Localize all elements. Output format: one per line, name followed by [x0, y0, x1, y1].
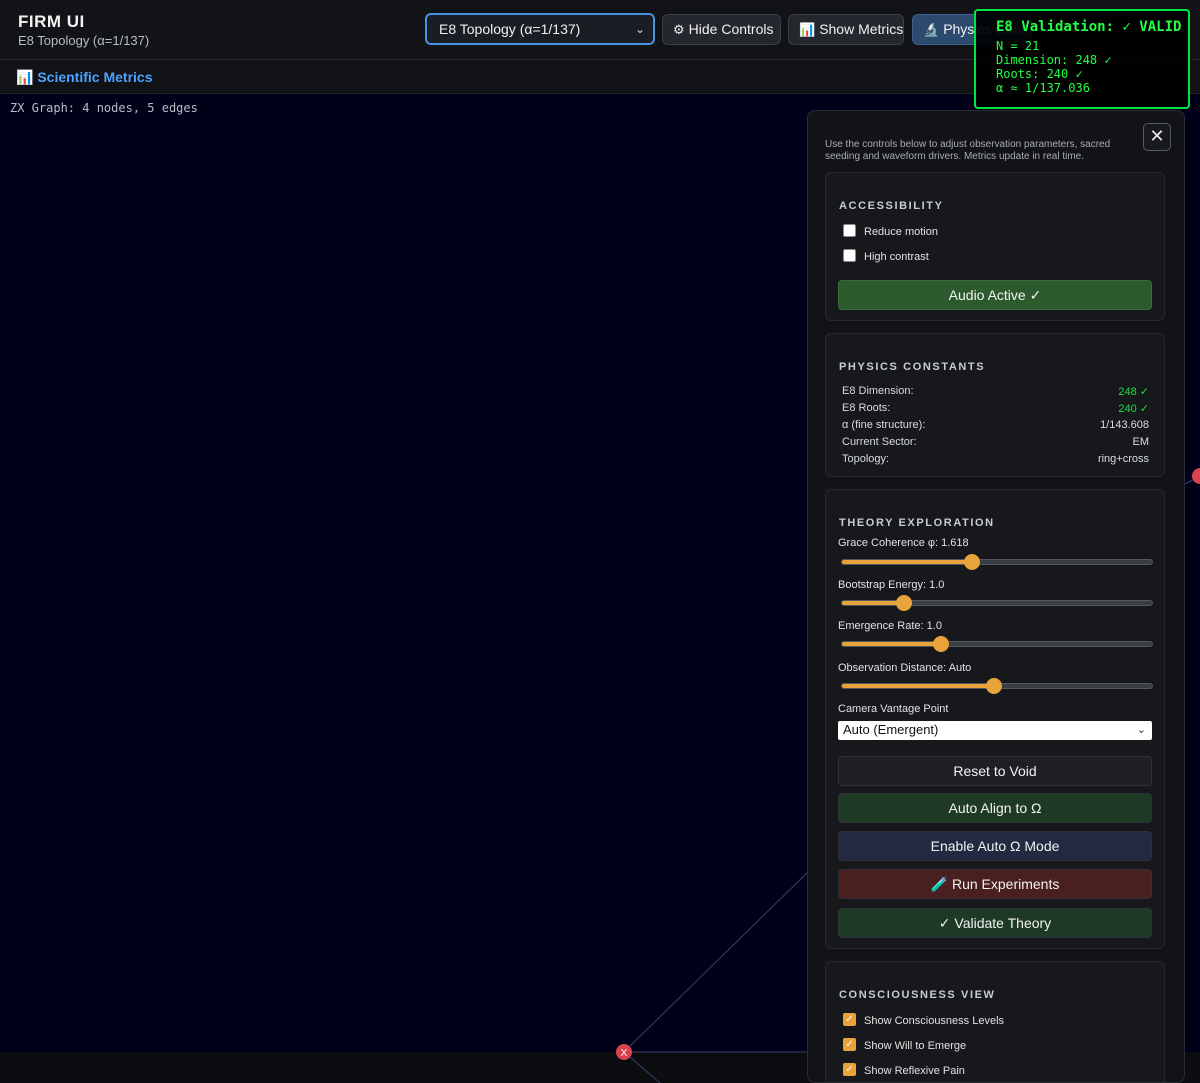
consciousness-levels-checkbox[interactable]: ✓ — [843, 1013, 856, 1026]
grace-coherence-slider[interactable] — [841, 554, 1153, 570]
slider-fill — [842, 601, 904, 605]
graph-node-x — [1192, 468, 1200, 484]
slider-thumb[interactable] — [896, 595, 912, 611]
reflexive-pain-checkbox[interactable]: ✓ — [843, 1063, 856, 1076]
slider-fill — [842, 560, 973, 564]
camera-select-value: Auto (Emergent) — [843, 722, 939, 737]
constant-key: α (fine structure): — [842, 419, 926, 431]
validation-line: α ≈ 1/137.036 — [996, 81, 1090, 95]
slider-label: Bootstrap Energy: 1.0 — [838, 579, 945, 591]
slider-label: Grace Coherence φ: 1.618 — [838, 537, 969, 549]
emergence-rate-slider[interactable] — [841, 636, 1153, 652]
consciousness-option-label: Show Will to Emerge — [864, 1040, 967, 1052]
will-to-emerge-checkbox[interactable]: ✓ — [843, 1038, 856, 1051]
constant-value: 240 ✓ — [1118, 403, 1149, 415]
constant-value: 1/143.608 — [1100, 419, 1149, 431]
graph-node-label: X — [621, 1048, 628, 1059]
auto-align-button[interactable]: Auto Align to Ω — [838, 793, 1152, 823]
enable-auto-omega-button[interactable]: Enable Auto Ω Mode — [838, 831, 1152, 861]
panel-intro: Use the controls below to adjust observa… — [825, 139, 1111, 162]
slider-fill — [842, 642, 942, 646]
reset-to-void-button[interactable]: Reset to Void — [838, 756, 1152, 786]
constant-value: ring+cross — [1097, 453, 1149, 465]
validation-line: N = 21 — [996, 39, 1040, 53]
validation-line: Roots: 240 ✓ — [996, 67, 1083, 81]
camera-vantage-label: Camera Vantage Point — [838, 703, 949, 715]
constant-value: EM — [1132, 436, 1150, 448]
constant-key: E8 Dimension: — [842, 385, 914, 397]
constant-value: 248 ✓ — [1118, 386, 1149, 398]
constant-key: Topology: — [842, 453, 890, 465]
section-title: ACCESSIBILITY — [839, 200, 944, 212]
consciousness-option-label: Show Consciousness Levels — [864, 1015, 1005, 1027]
section-title: PHYSICS CONSTANTS — [839, 361, 986, 373]
audio-active-button[interactable]: Audio Active ✓ — [838, 280, 1152, 310]
section-title: CONSCIOUSNESS VIEW — [839, 989, 996, 1001]
theory-exploration-section: THEORY EXPLORATION Grace Coherence φ: 1.… — [825, 489, 1165, 949]
e8-validation-panel: E8 Validation: ✓ VALID N = 21 Dimension:… — [974, 9, 1190, 109]
chevron-down-icon: ⌄ — [1136, 724, 1146, 736]
slider-thumb[interactable] — [933, 636, 950, 652]
validation-line: Dimension: 248 ✓ — [996, 53, 1112, 67]
physics-constants-section: PHYSICS CONSTANTS E8 Dimension: 248 ✓ E8… — [825, 333, 1165, 477]
validate-theory-button[interactable]: ✓ Validate Theory — [838, 908, 1152, 938]
zx-graph-label: ZX Graph: 4 nodes, 5 edges — [10, 101, 198, 115]
bootstrap-energy-slider[interactable] — [841, 595, 1153, 611]
slider-thumb[interactable] — [985, 678, 1002, 694]
reduce-motion-checkbox[interactable] — [843, 224, 856, 237]
run-experiments-button[interactable]: 🧪 Run Experiments — [838, 869, 1152, 899]
graph-edge — [623, 867, 813, 1053]
camera-vantage-select[interactable]: Auto (Emergent) ⌄ — [838, 721, 1152, 740]
slider-fill — [842, 684, 994, 688]
slider-thumb[interactable] — [964, 554, 981, 570]
reduce-motion-label: Reduce motion — [864, 226, 938, 238]
consciousness-option-label: Show Reflexive Pain — [864, 1065, 965, 1077]
high-contrast-checkbox[interactable] — [843, 249, 856, 262]
consciousness-view-section: CONSCIOUSNESS VIEW ✓ Show Consciousness … — [825, 961, 1165, 1082]
constant-key: Current Sector: — [842, 436, 917, 448]
high-contrast-label: High contrast — [864, 251, 929, 263]
slider-label: Observation Distance: Auto — [838, 662, 972, 674]
close-panel-button[interactable]: ✕ — [1143, 123, 1171, 151]
physics-control-panel: ✕ Use the controls below to adjust obser… — [807, 110, 1185, 1083]
observation-distance-slider[interactable] — [841, 678, 1153, 694]
accessibility-section: ACCESSIBILITY Reduce motion High contras… — [825, 172, 1165, 321]
slider-label: Emergence Rate: 1.0 — [838, 620, 942, 632]
section-title: THEORY EXPLORATION — [839, 517, 995, 529]
validation-title: E8 Validation: ✓ VALID — [996, 19, 1182, 35]
constant-key: E8 Roots: — [842, 402, 891, 414]
